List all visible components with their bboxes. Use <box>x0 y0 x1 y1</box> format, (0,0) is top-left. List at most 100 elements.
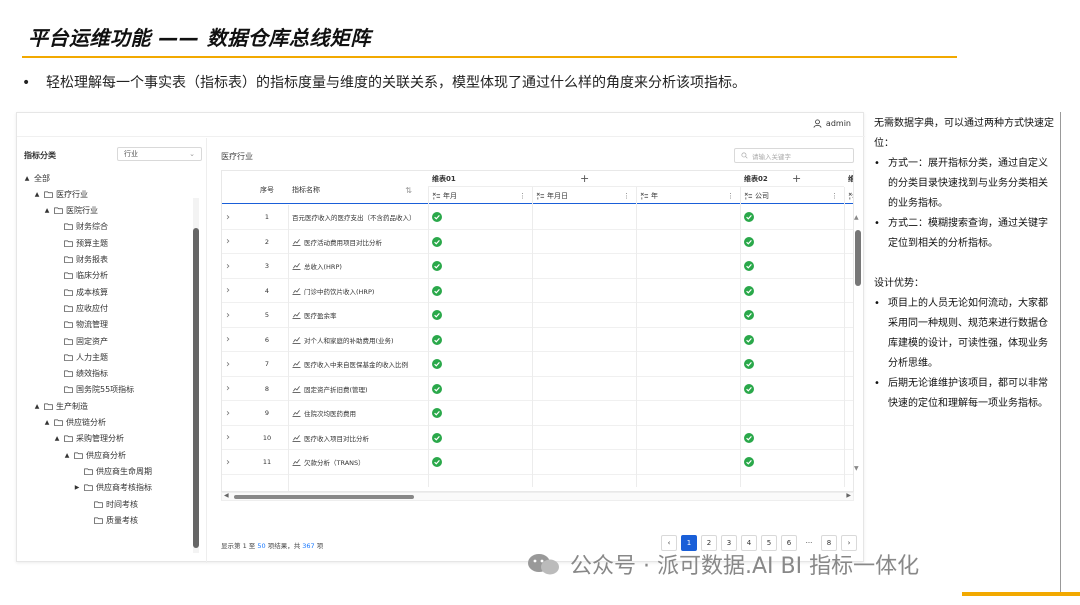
metric-name[interactable]: 固定资产折旧费(管理) <box>292 377 428 402</box>
table-row[interactable]: › 10 医疗收入项目对比分析 <box>222 426 853 451</box>
add-dimension-button[interactable]: + <box>580 172 589 185</box>
check-icon[interactable] <box>432 303 442 328</box>
scroll-up-icon[interactable]: ▲ <box>854 214 859 221</box>
dimension-header-1[interactable]: 年月 ⋮ <box>428 188 532 203</box>
tree-node-15[interactable]: ▲ 生产制造 <box>33 399 88 413</box>
dimension-header-4[interactable]: 公司 ⋮ <box>740 188 844 203</box>
expand-row-icon[interactable]: › <box>226 450 236 475</box>
check-icon[interactable] <box>744 450 754 475</box>
dimension-header-3[interactable]: 年 ⋮ <box>636 188 740 203</box>
tree-node-13[interactable]: 绩效指标 <box>53 367 108 381</box>
expand-row-icon[interactable]: › <box>226 352 236 377</box>
check-icon[interactable] <box>744 279 754 304</box>
tree-node-20[interactable]: ▶ 供应商考核指标 <box>73 481 152 495</box>
check-icon[interactable] <box>744 426 754 451</box>
check-icon[interactable] <box>744 352 754 377</box>
metric-name[interactable]: 门诊中药饮片收入(HRP) <box>292 279 428 304</box>
tree-node-4[interactable]: 财务综合 <box>53 220 108 234</box>
table-row[interactable]: › 7 医疗收入中来自医保基金的收入比例 <box>222 352 853 377</box>
tree-scroll-thumb[interactable] <box>193 228 199 548</box>
table-horizontal-scrollbar[interactable]: ◀ ▶ <box>221 492 854 501</box>
expand-row-icon[interactable]: › <box>226 401 236 426</box>
tree-node-14[interactable]: 国务院55项指标 <box>53 383 134 397</box>
user-menu[interactable]: admin <box>813 119 851 128</box>
expand-row-icon[interactable]: › <box>226 254 236 279</box>
expand-row-icon[interactable]: › <box>226 426 236 451</box>
metric-name[interactable]: 总收入(HRP) <box>292 254 428 279</box>
metric-name[interactable]: 医疗收入中来自医保基金的收入比例 <box>292 352 428 377</box>
metric-name[interactable]: 欠款分析（TRANS） <box>292 450 428 475</box>
check-icon[interactable] <box>432 279 442 304</box>
expand-caret-icon[interactable]: ▶ <box>73 484 81 491</box>
tree-node-18[interactable]: ▲ 供应商分析 <box>63 448 126 462</box>
check-icon[interactable] <box>744 303 754 328</box>
expand-caret-icon[interactable]: ▲ <box>43 207 51 214</box>
add-dimension-button-2[interactable]: + <box>792 172 801 185</box>
metric-name[interactable]: 百元医疗收入的医疗支出（不含药品收入） <box>292 205 428 230</box>
check-icon[interactable] <box>432 450 442 475</box>
table-hscroll-thumb[interactable] <box>234 495 414 499</box>
table-row[interactable]: › 5 医疗盈余率 <box>222 303 853 328</box>
more-icon[interactable]: ⋮ <box>623 192 630 200</box>
category-type-select[interactable]: 行业 ⌄ <box>117 147 202 161</box>
tree-node-9[interactable]: 应收应付 <box>53 301 108 315</box>
tree-node-6[interactable]: 财务报表 <box>53 253 108 267</box>
expand-row-icon[interactable]: › <box>226 205 236 230</box>
expand-caret-icon[interactable]: ▲ <box>63 452 71 459</box>
expand-caret-icon[interactable]: ▲ <box>33 191 41 198</box>
dimension-header-5[interactable]: 维 <box>844 188 853 203</box>
expand-row-icon[interactable]: › <box>226 377 236 402</box>
scroll-left-icon[interactable]: ◀ <box>224 492 229 499</box>
metric-name[interactable]: 医疗盈余率 <box>292 303 428 328</box>
sort-icon[interactable]: ⇅ <box>405 186 412 195</box>
expand-row-icon[interactable]: › <box>226 279 236 304</box>
metric-name[interactable]: 医疗收入项目对比分析 <box>292 426 428 451</box>
dimension-header-2[interactable]: 年月日 ⋮ <box>532 188 636 203</box>
tree-node-10[interactable]: 物流管理 <box>53 318 108 332</box>
tree-node-1[interactable]: ▲ 全部 <box>23 171 50 185</box>
tree-node-21[interactable]: 时间考核 <box>83 497 138 511</box>
tree-node-12[interactable]: 人力主题 <box>53 350 108 364</box>
scroll-right-icon[interactable]: ▶ <box>846 492 851 499</box>
tree-node-5[interactable]: 预算主题 <box>53 236 108 250</box>
check-icon[interactable] <box>432 377 442 402</box>
expand-caret-icon[interactable]: ▲ <box>23 175 31 182</box>
expand-caret-icon[interactable]: ▲ <box>33 403 41 410</box>
check-icon[interactable] <box>744 328 754 353</box>
expand-row-icon[interactable]: › <box>226 303 236 328</box>
tree-node-11[interactable]: 固定资产 <box>53 334 108 348</box>
check-icon[interactable] <box>432 205 442 230</box>
tree-node-17[interactable]: ▲ 采购管理分析 <box>53 432 124 446</box>
table-row[interactable]: › 6 对个人和家庭的补助费用(业务) <box>222 328 853 353</box>
tree-node-2[interactable]: ▲ 医疗行业 <box>33 187 88 201</box>
table-row[interactable]: › 11 欠款分析（TRANS） <box>222 450 853 475</box>
check-icon[interactable] <box>432 230 442 255</box>
metric-name[interactable]: 对个人和家庭的补助费用(业务) <box>292 328 428 353</box>
header-metric-name[interactable]: 指标名称 ⇅ <box>292 183 412 197</box>
table-row[interactable]: › 1 百元医疗收入的医疗支出（不含药品收入） <box>222 205 853 230</box>
table-vscroll-thumb[interactable] <box>855 230 861 286</box>
scroll-down-icon[interactable]: ▼ <box>854 465 859 472</box>
expand-row-icon[interactable]: › <box>226 328 236 353</box>
more-icon[interactable]: ⋮ <box>831 192 838 200</box>
check-icon[interactable] <box>744 254 754 279</box>
table-row[interactable]: › 3 总收入(HRP) <box>222 254 853 279</box>
expand-caret-icon[interactable]: ▲ <box>53 435 61 442</box>
check-icon[interactable] <box>432 328 442 353</box>
metric-name[interactable]: 住院次均医药费用 <box>292 401 428 426</box>
check-icon[interactable] <box>432 401 442 426</box>
expand-row-icon[interactable]: › <box>226 230 236 255</box>
table-vertical-scrollbar[interactable]: ▲ ▼ <box>854 214 862 472</box>
search-input[interactable]: 请输入关键字 <box>734 148 854 163</box>
expand-caret-icon[interactable]: ▲ <box>43 419 51 426</box>
table-row[interactable]: › 4 门诊中药饮片收入(HRP) <box>222 279 853 304</box>
check-icon[interactable] <box>744 377 754 402</box>
check-icon[interactable] <box>432 254 442 279</box>
tree-node-8[interactable]: 成本核算 <box>53 285 108 299</box>
more-icon[interactable]: ⋮ <box>519 192 526 200</box>
tree-node-3[interactable]: ▲ 医院行业 <box>43 204 98 218</box>
tree-node-22[interactable]: 质量考核 <box>83 513 138 527</box>
check-icon[interactable] <box>432 352 442 377</box>
tree-scrollbar[interactable] <box>193 198 199 553</box>
table-row[interactable]: › 9 住院次均医药费用 <box>222 401 853 426</box>
